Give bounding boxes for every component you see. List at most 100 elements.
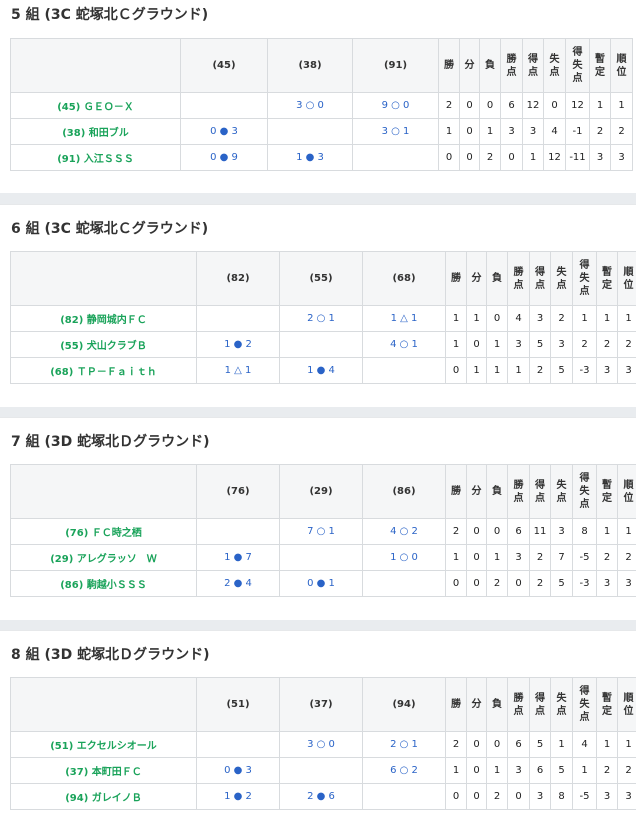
opponent-header: (37) [279,677,363,732]
draws-header: 分 [466,251,487,306]
opponent-header: (29) [279,464,363,519]
rank-header: 順位 [617,677,636,732]
points-header: 勝点 [500,38,523,93]
wins-value: 1 [445,544,467,571]
wins-header: 勝 [445,677,467,732]
goal-diff-value: -3 [572,357,597,384]
points-header: 勝点 [507,677,530,732]
provisional-value: 1 [589,92,611,119]
goal-diff-value: 2 [572,331,597,358]
match-result: 1 △ 1 [362,305,446,332]
points-value: 4 [507,305,530,332]
rank-value: 3 [617,570,636,597]
match-result: 3 ○ 1 [352,118,439,145]
team-name: (45) ＧＥＯ－Ｘ [10,92,181,119]
header-row: (76) (29) (86) 勝 分 負 勝点 得点 失点 得失点 暫定 順位 [10,464,636,519]
opponent-header: (82) [196,251,280,306]
team-name: (38) 和田ブル [10,118,181,145]
match-result: 2 ○ 1 [362,731,446,758]
self-match-cell [196,731,280,758]
points-value: 6 [507,731,530,758]
table-row: (37) 本町田ＦＣ 0 ● 3 6 ○ 2 1 0 1 3 6 5 1 2 2 [10,757,636,784]
wins-value: 2 [438,92,460,119]
goal-diff-value: 4 [572,731,597,758]
goals-for-value: 1 [522,144,544,171]
losses-value: 0 [486,305,508,332]
provisional-header: 暫定 [596,677,618,732]
points-value: 0 [507,783,530,810]
goal-diff-value: 8 [572,518,597,545]
goals-against-header: 失点 [550,251,573,306]
draws-value: 0 [466,731,487,758]
corner-cell [10,464,197,519]
match-result: 1 △ 1 [196,357,280,384]
goals-against-value: 12 [543,144,566,171]
goal-diff-value: -1 [565,118,590,145]
corner-cell [10,251,197,306]
losses-value: 2 [486,783,508,810]
losses-value: 2 [479,144,501,171]
provisional-value: 2 [596,757,618,784]
wins-value: 0 [438,144,460,171]
losses-header: 負 [486,677,508,732]
draws-value: 0 [466,544,487,571]
rank-value: 2 [610,118,633,145]
draws-value: 0 [459,118,480,145]
goals-against-value: 3 [550,331,573,358]
goal-diff-header: 得失点 [572,464,597,519]
draws-value: 0 [466,783,487,810]
standings-page: 5 組 (3C 蛇塚北Ｃグラウンド) (45) (38) (91) 勝 分 負 … [0,0,636,820]
team-name: (82) 静岡城内ＦＣ [10,305,197,332]
rank-value: 3 [610,144,633,171]
table-row: (38) 和田ブル 0 ● 3 3 ○ 1 1 0 1 3 3 4 -1 2 2 [10,118,633,145]
draws-value: 0 [466,518,487,545]
wins-value: 0 [445,357,467,384]
goals-for-value: 2 [529,570,551,597]
self-match-cell [279,331,363,358]
goals-for-value: 5 [529,731,551,758]
points-value: 6 [507,518,530,545]
team-name: (68) ＴＰ－Ｆａｉｔｈ [10,357,197,384]
goal-diff-header: 得失点 [572,251,597,306]
losses-value: 0 [486,518,508,545]
goals-against-header: 失点 [550,677,573,732]
points-value: 3 [500,118,523,145]
draws-value: 0 [459,144,480,171]
group-card-7: 7 組 (3D 蛇塚北Ｄグラウンド) (76) (29) (86) 勝 分 負 … [0,417,636,620]
match-result: 2 ● 4 [196,570,280,597]
draws-header: 分 [466,677,487,732]
self-match-cell [362,357,446,384]
group-title: 5 組 (3C 蛇塚北Ｃグラウンド) [11,7,209,23]
goals-for-value: 5 [529,331,551,358]
match-result: 0 ● 1 [279,570,363,597]
points-value: 0 [500,144,523,171]
goals-for-value: 2 [529,357,551,384]
provisional-header: 暫定 [596,464,618,519]
goals-against-value: 7 [550,544,573,571]
goal-diff-value: 12 [565,92,590,119]
corner-cell [10,38,181,93]
opponent-header: (51) [196,677,280,732]
self-match-cell [196,305,280,332]
provisional-header: 暫定 [589,38,611,93]
goals-against-value: 5 [550,570,573,597]
goals-against-header: 失点 [543,38,566,93]
goal-diff-value: -3 [572,570,597,597]
opponent-header: (76) [196,464,280,519]
self-match-cell [279,757,363,784]
draws-value: 1 [466,357,487,384]
draws-value: 0 [459,92,480,119]
match-result: 4 ○ 1 [362,331,446,358]
provisional-value: 2 [589,118,611,145]
wins-header: 勝 [445,251,467,306]
goals-against-value: 2 [550,305,573,332]
match-result: 1 ● 4 [279,357,363,384]
losses-value: 1 [479,118,501,145]
rank-header: 順位 [617,464,636,519]
group-card-8: 8 組 (3D 蛇塚北Ｄグラウンド) (51) (37) (94) 勝 分 負 … [0,630,636,820]
table-row: (68) ＴＰ－Ｆａｉｔｈ 1 △ 1 1 ● 4 0 1 1 1 2 5 -3… [10,357,636,384]
header-row: (51) (37) (94) 勝 分 負 勝点 得点 失点 得失点 暫定 順位 [10,677,636,732]
points-value: 0 [507,570,530,597]
goals-against-value: 1 [550,731,573,758]
opponent-header: (68) [362,251,446,306]
